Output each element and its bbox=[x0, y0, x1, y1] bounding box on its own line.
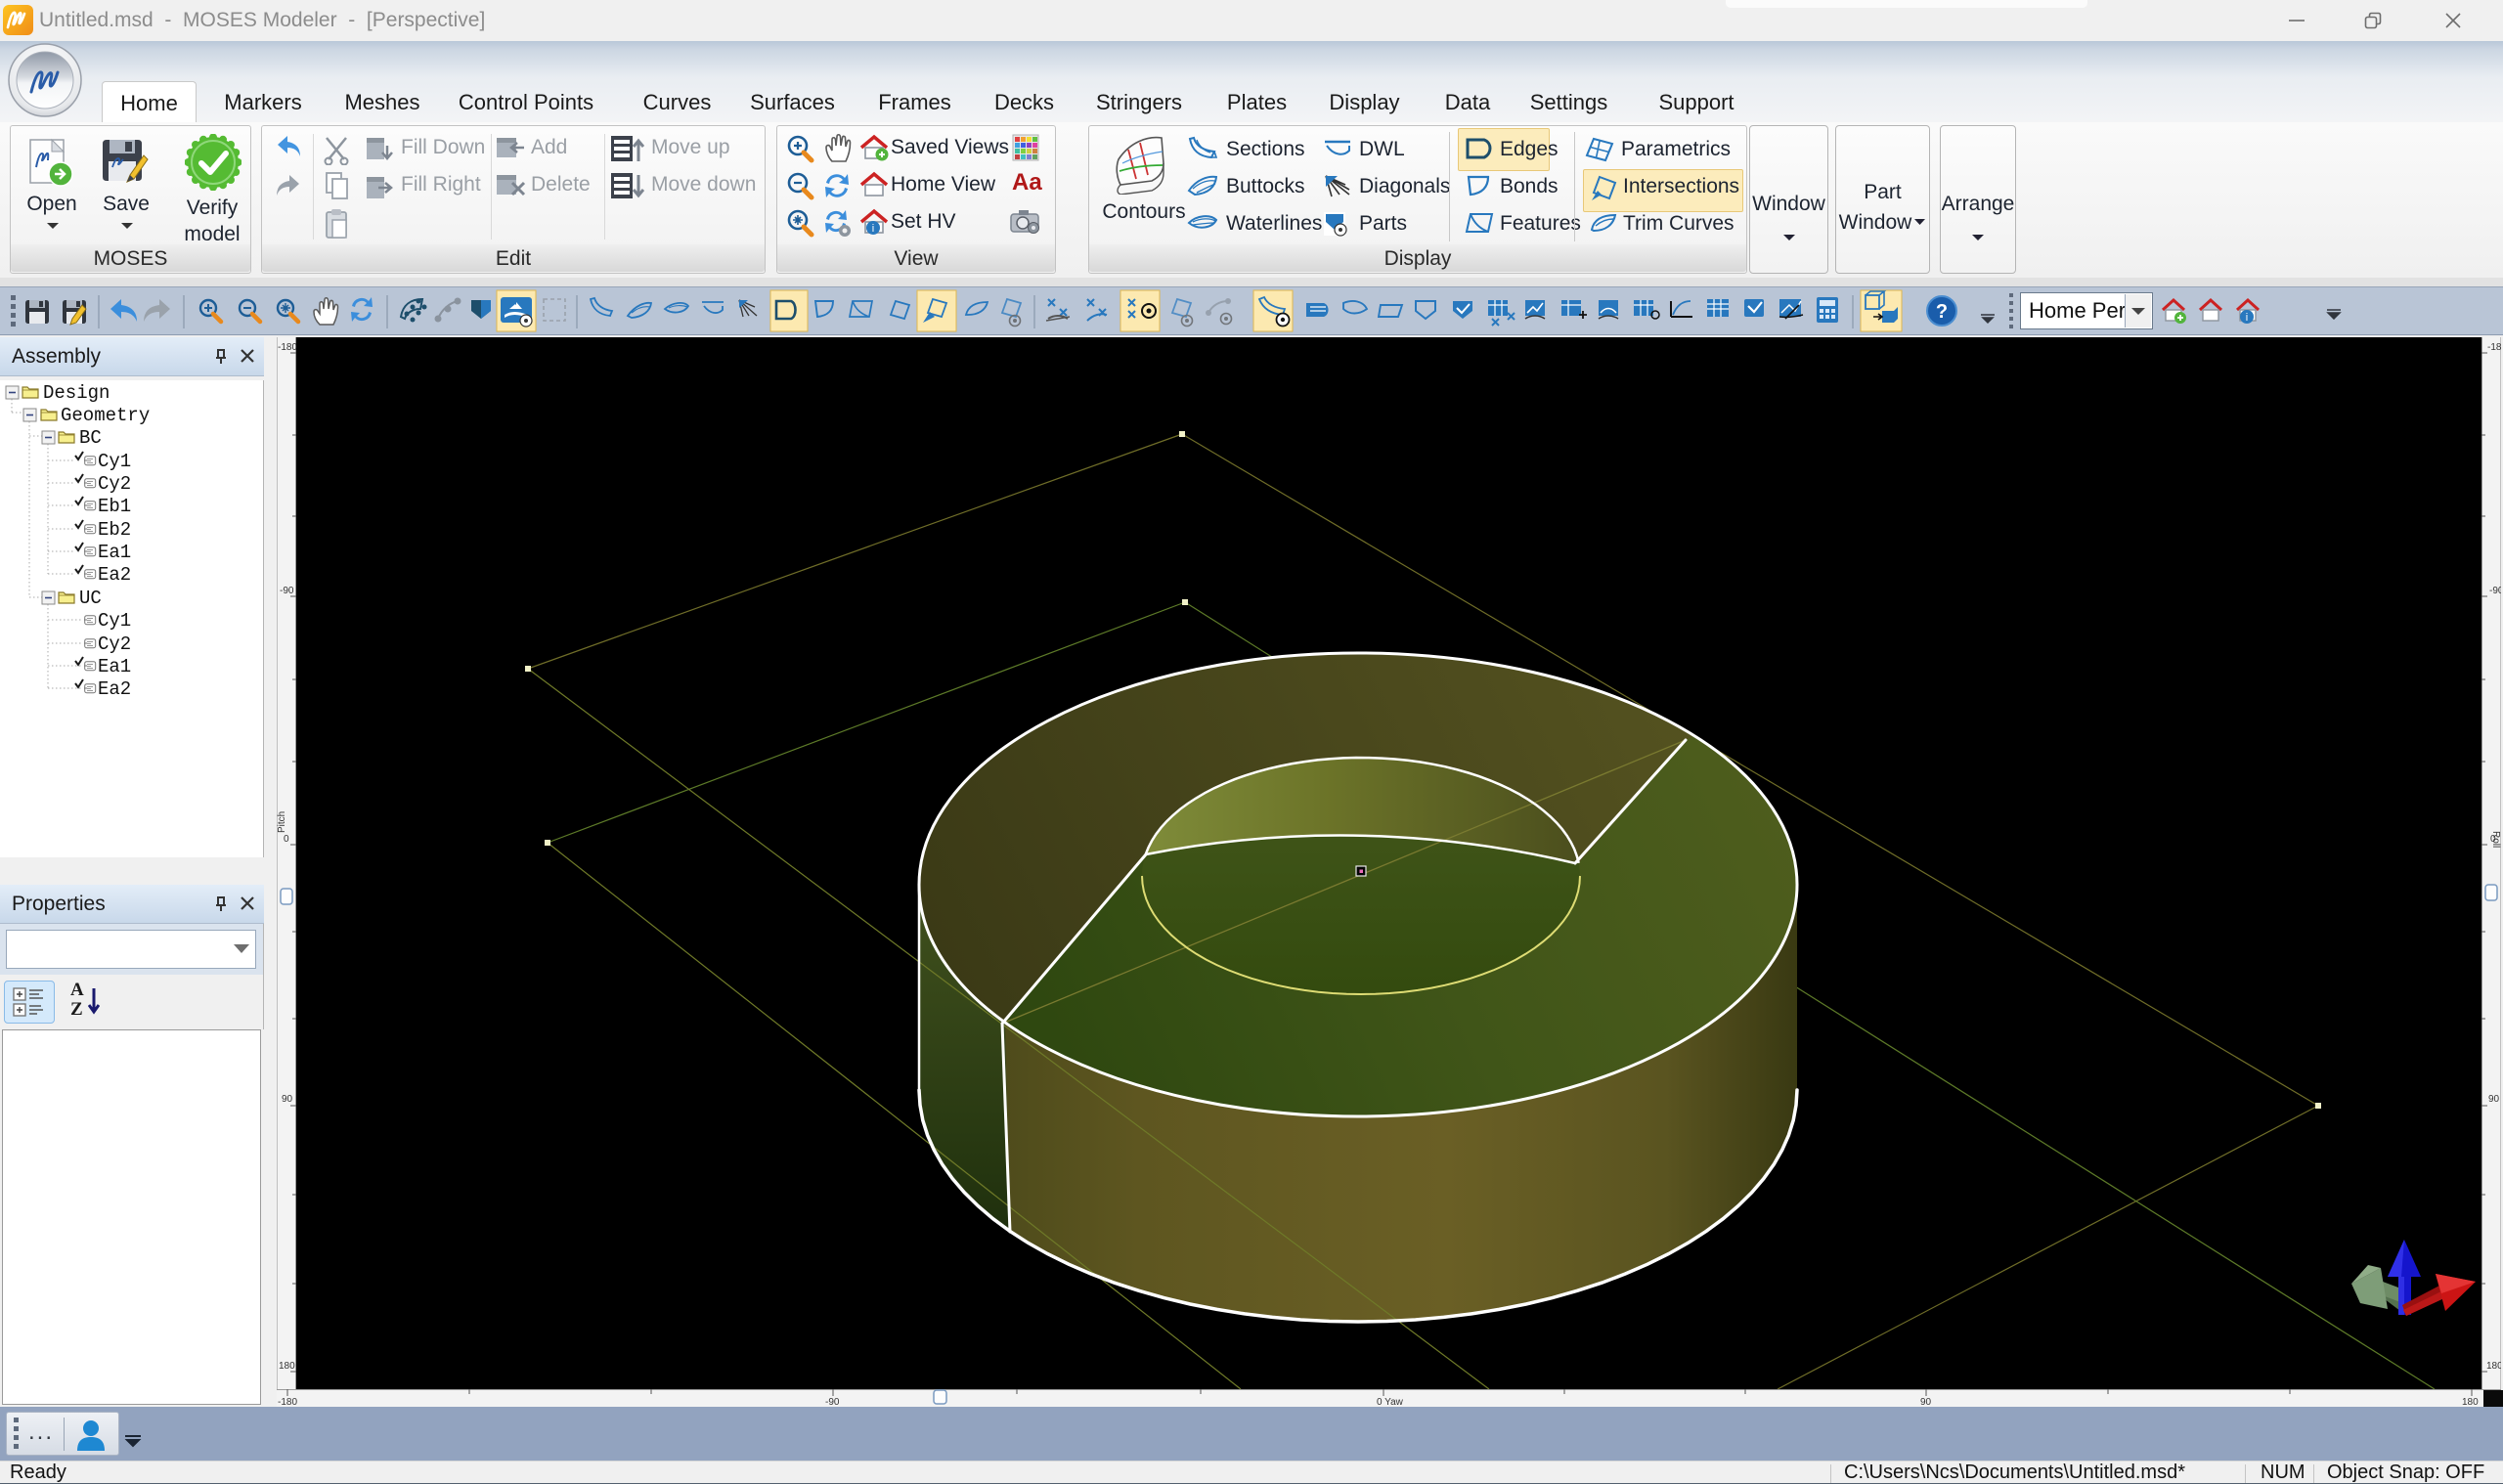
svg-text:0 Yaw: 0 Yaw bbox=[1377, 1397, 1404, 1407]
svg-text:-180: -180 bbox=[2487, 342, 2501, 353]
svg-text:90: 90 bbox=[282, 1094, 293, 1105]
svg-text:i: i bbox=[2246, 312, 2248, 324]
svg-text:i: i bbox=[872, 223, 874, 235]
svg-text:90: 90 bbox=[1920, 1397, 1932, 1407]
svg-text:180: 180 bbox=[2462, 1397, 2479, 1407]
svg-text:?: ? bbox=[1936, 301, 1948, 323]
svg-text:0: 0 bbox=[284, 834, 289, 845]
svg-text:Pitch: Pitch bbox=[277, 811, 287, 833]
svg-text:-90: -90 bbox=[825, 1397, 840, 1407]
svg-text:90: 90 bbox=[2488, 1094, 2500, 1105]
svg-text:-180: -180 bbox=[278, 1397, 297, 1407]
svg-text:-90: -90 bbox=[2489, 586, 2501, 596]
svg-text:180: 180 bbox=[2486, 1361, 2501, 1372]
svg-text:-180: -180 bbox=[278, 342, 296, 353]
svg-text:180: 180 bbox=[279, 1361, 295, 1372]
svg-text:-90: -90 bbox=[280, 586, 294, 596]
svg-text:Roll: Roll bbox=[2490, 831, 2501, 848]
